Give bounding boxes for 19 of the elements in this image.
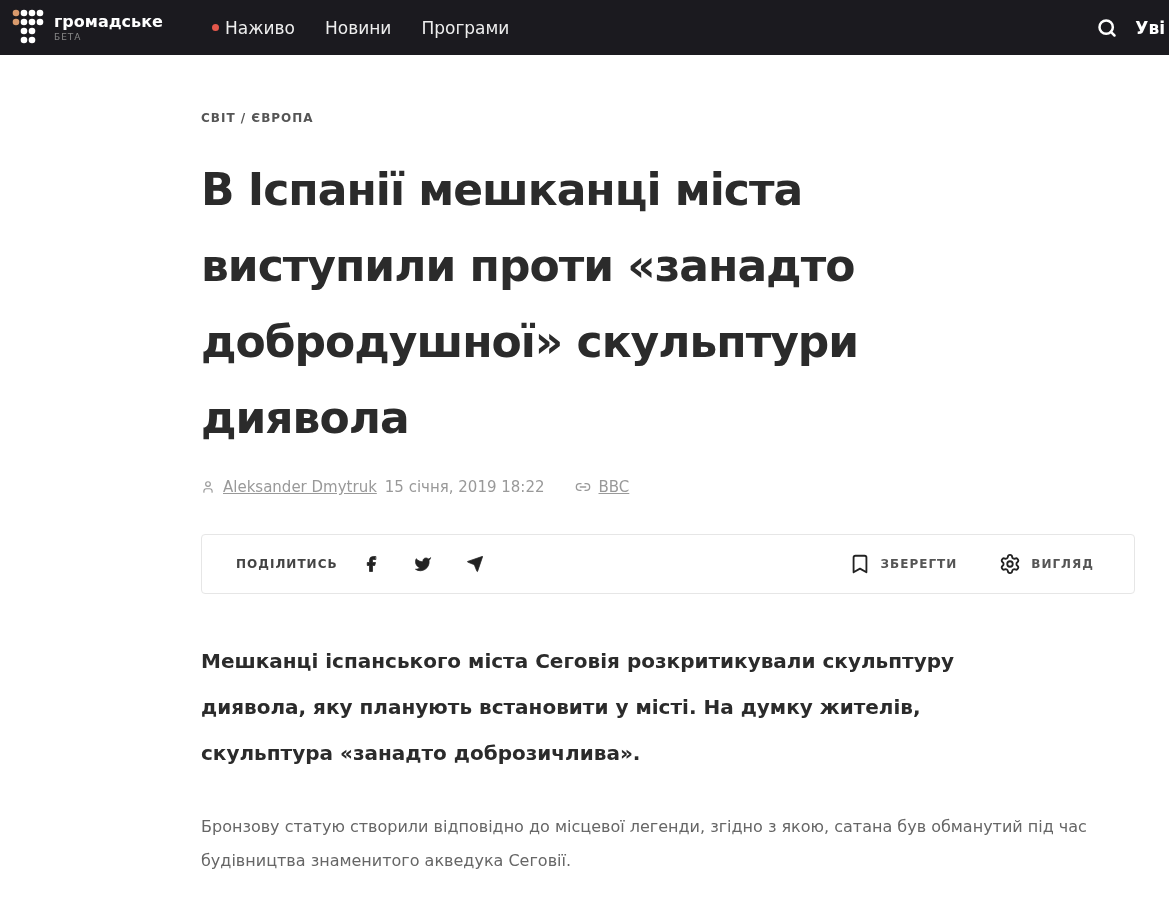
view-button[interactable]: ВИГЛЯД	[993, 552, 1100, 576]
nav-link[interactable]: Програми	[421, 17, 510, 38]
gear-icon	[999, 553, 1022, 575]
logo-name[interactable]: громадське	[54, 13, 163, 30]
date-text: 15 січня, 2019 18:22	[384, 478, 545, 496]
nav-link[interactable]: Наживо	[212, 17, 295, 38]
article-title: В Іспанії мешканці міста виступили проти «занадто добродушної» скульптури диявола	[201, 163, 860, 445]
logo-tag: БЕТА	[54, 32, 163, 42]
breadcrumb[interactable]: СВІТ / ЄВРОПА	[201, 111, 314, 125]
login-link[interactable]: Уві	[1135, 17, 1165, 38]
article-lead: Мешканці іспанського міста Сеговія розкритикували скульптуру диявола, яку планують встановити у місті. На думку жителів, скульптура «занадто доброзичлива».	[201, 648, 956, 767]
person-icon	[201, 480, 215, 494]
search-icon[interactable]	[1097, 17, 1118, 38]
telegram-icon	[465, 555, 484, 573]
twitter-icon	[413, 555, 432, 573]
nav-link[interactable]: Новини	[325, 17, 392, 38]
save-button[interactable]: ЗБЕРЕГТИ	[842, 552, 964, 576]
article-paragraph: Бронзову статую створили відповідно до місцевої легенди, згідно з якою, сатана був обманутий під час будівництва знаменитого акведука Сеговії.	[201, 816, 1088, 872]
share-label: ПОДІЛИТИСЬ	[236, 557, 338, 571]
